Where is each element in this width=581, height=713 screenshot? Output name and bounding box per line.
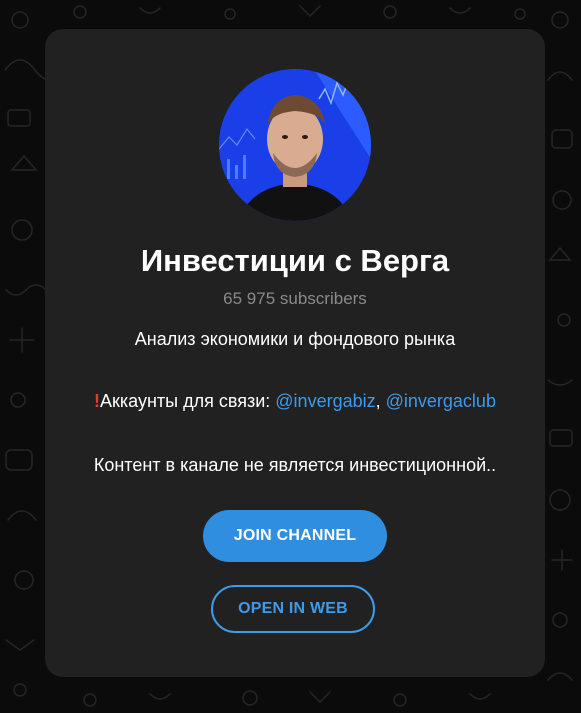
join-channel-button[interactable]: JOIN CHANNEL [203,510,387,562]
contact-separator: , [375,391,386,411]
subscriber-count: 65 975 subscribers [223,289,367,308]
channel-card: Инвестиции с Верга 65 975 subscribers Ан… [45,29,545,677]
channel-contacts-line: !Аккаунты для связи: @invergabiz, @inver… [45,389,545,413]
channel-avatar [219,69,371,221]
open-in-web-button[interactable]: OPEN IN WEB [211,585,375,633]
contacts-prefix: Аккаунты для связи: [100,391,276,411]
channel-disclaimer-line: Контент в канале не является инвестицион… [93,455,497,475]
channel-description-line: Анализ экономики и фондового рынка [134,329,456,349]
channel-title: Инвестиции с Верга [140,243,450,278]
contact-link-invergaclub[interactable]: @invergaclub [386,391,496,411]
contact-link-invergabiz[interactable]: @invergabiz [275,391,375,411]
avatar-image [219,69,371,221]
